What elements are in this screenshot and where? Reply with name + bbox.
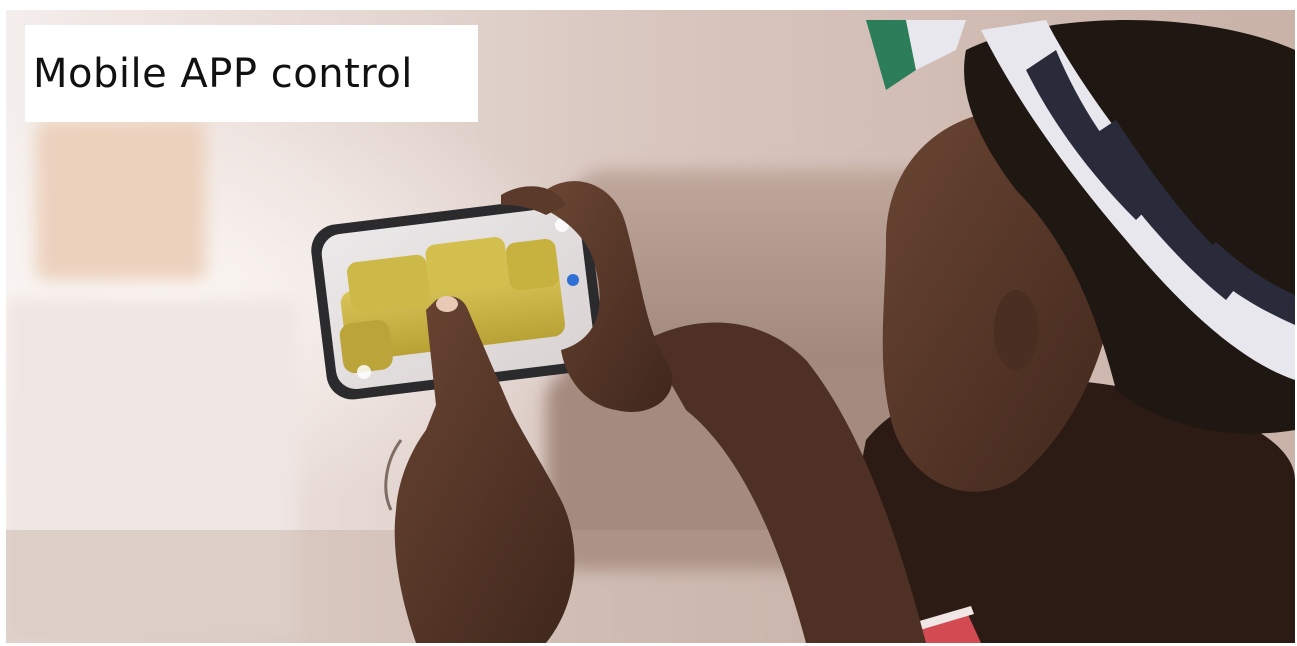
image-frame: Mobile APP control <box>0 0 1297 646</box>
screen-accent-icon <box>567 274 579 286</box>
screen-button-icon <box>357 365 371 379</box>
caption-box: Mobile APP control <box>25 25 478 122</box>
caption-title: Mobile APP control <box>33 50 413 97</box>
